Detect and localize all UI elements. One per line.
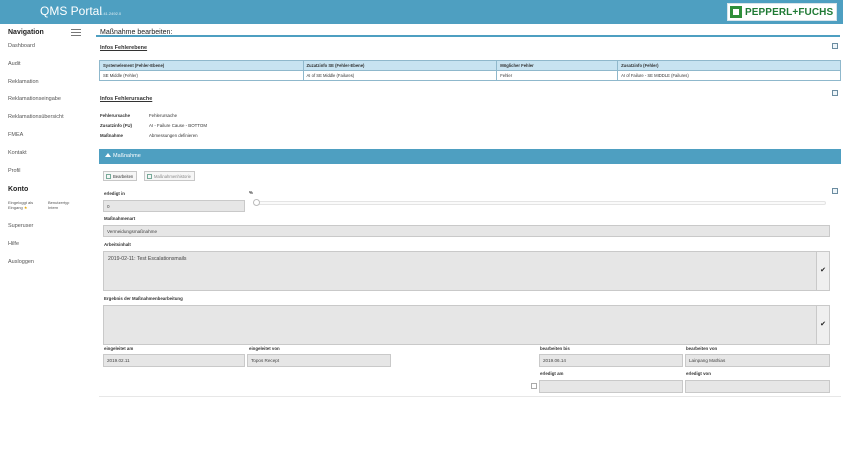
sidebar-item-fmea[interactable]: FMEA <box>8 132 23 138</box>
header-divider <box>96 35 840 37</box>
sidebar-item-profil[interactable]: Profil <box>8 168 21 174</box>
slider-handle[interactable] <box>253 199 260 206</box>
sidebar-item-hilfe[interactable]: Hilfe <box>8 241 19 247</box>
eingeleitet-von-field[interactable]: Topos Recept <box>247 354 391 367</box>
sidebar-item-superuser[interactable]: Superuser <box>8 223 33 229</box>
eingeleitet-am-field[interactable]: 2019.02.11 <box>103 354 245 367</box>
link-infos-fehlerebene[interactable]: Infos Fehlerebene <box>100 45 147 51</box>
eingeleitet-am-label: eingeleitet am <box>104 346 134 351</box>
fehlerursache-value: Fehlerursache <box>149 113 178 118</box>
erledigt-checkbox[interactable] <box>531 383 537 389</box>
bearbeiten-bis-field[interactable]: 2019.06.14 <box>539 354 683 367</box>
eingeleitet-von-label: eingeleitet von <box>249 346 280 351</box>
login-info: Eingeloggt als Eingang ★ <box>8 200 33 210</box>
column-header: Zusatzinfo (Fehler) <box>617 60 841 71</box>
collapse-icon[interactable] <box>105 153 111 157</box>
table-row[interactable]: SE Middle (Fehler) AI of SE Middle (Fail… <box>99 70 841 81</box>
arbeitsinhalt-label: Arbeitsinhalt <box>104 242 131 247</box>
zusatzinfo-fu-label: Zusatzinfo (FU) <box>100 123 132 128</box>
sidebar-item-reklamation[interactable]: Reklamation <box>8 79 39 85</box>
percent-label: % <box>249 190 253 195</box>
confirm-check-icon[interactable]: ✔ <box>816 252 829 290</box>
history-button[interactable]: Maßnahmenhistorie <box>144 171 196 181</box>
table-cell: Fehler <box>496 70 619 81</box>
erledigt-in-field[interactable]: 0 <box>103 200 245 212</box>
massnahmenart-field[interactable]: Vermeidungsmaßnahme <box>103 225 830 237</box>
sidebar-item-ausloggen[interactable]: Ausloggen <box>8 259 34 265</box>
progress-slider[interactable] <box>253 199 826 206</box>
bearbeiten-von-label: bearbeiten von <box>686 346 718 351</box>
fehlerursache-label: Fehlerursache <box>100 113 131 118</box>
erledigt-am-label: erledigt am <box>540 371 564 376</box>
login-value: Eingang <box>8 205 23 210</box>
bearbeiten-von-field[interactable]: Lainpang Mathias <box>685 354 830 367</box>
table-cell: AI of Failure - SE MIDDLE (Failures) <box>617 70 841 81</box>
edit-icon <box>106 174 111 179</box>
massnahme-label: Maßnahme <box>100 133 123 138</box>
logo-icon <box>730 6 742 18</box>
sidebar: Navigation Dashboard Audit Reklamation R… <box>0 24 94 474</box>
konto-heading: Konto <box>8 186 29 193</box>
arbeitsinhalt-textarea[interactable]: 2019-02-11: Test Escalationsmails <box>103 251 830 291</box>
sidebar-item-reklamationseingabe[interactable]: Reklamationseingabe <box>8 96 61 102</box>
logo-text: PEPPERL+FUCHS <box>745 7 834 18</box>
sidebar-item-reklamationsuebersicht[interactable]: Reklamationsübersicht <box>8 114 64 120</box>
erledigt-von-label: erledigt von <box>686 371 711 376</box>
main-content: Maßnahme bearbeiten: Infos Fehlerebene S… <box>94 24 843 474</box>
arbeitsinhalt-text: 2019-02-11: Test Escalationsmails <box>108 256 187 262</box>
usertype-value: Intern <box>48 205 59 210</box>
usertype-info: Benutzertyp Intern <box>48 200 69 210</box>
massnahme-value: Abmessungen definieren <box>149 133 198 138</box>
edit-button-label: Bearbeiten <box>113 174 134 179</box>
edit-button[interactable]: Bearbeiten <box>103 171 138 181</box>
favorite-icon: ★ <box>23 205 28 210</box>
version-label: 1.41.2492.0 <box>100 11 122 16</box>
table-cell: AI of SE Middle (Failures) <box>302 70 498 81</box>
sidebar-item-kontakt[interactable]: Kontakt <box>8 150 27 156</box>
app-title[interactable]: QMS Portal <box>40 4 102 18</box>
column-header: Systemelement (Fehler-Ebene) <box>99 60 304 71</box>
export-icon[interactable] <box>832 90 838 96</box>
form-bottom-divider <box>99 396 841 397</box>
massnahmenart-label: Maßnahmenart <box>104 216 136 221</box>
top-bar: QMS Portal 1.41.2492.0 PEPPERL+FUCHS <box>0 0 843 24</box>
export-icon[interactable] <box>832 43 838 49</box>
bearbeiten-bis-label: bearbeiten bis <box>540 346 570 351</box>
company-logo: PEPPERL+FUCHS <box>727 3 837 21</box>
sidebar-item-dashboard[interactable]: Dashboard <box>8 43 35 49</box>
export-icon[interactable] <box>832 188 838 194</box>
table-header-row: Systemelement (Fehler-Ebene) Zuzatzinfo … <box>99 60 841 71</box>
massnahme-panel-header[interactable]: Maßnahme <box>99 149 841 164</box>
panel-title: Maßnahme <box>113 153 141 159</box>
fehlerebene-table: Systemelement (Fehler-Ebene) Zuzatzinfo … <box>99 60 841 81</box>
column-header: Möglicher Fehler <box>496 60 619 71</box>
link-infos-fehlerursache[interactable]: Infos Fehlerursache <box>100 96 152 102</box>
erledigt-in-label: erledigt in <box>104 191 125 196</box>
history-button-label: Maßnahmenhistorie <box>154 174 192 179</box>
erledigt-von-field[interactable] <box>685 380 830 393</box>
column-header: Zuzatzinfo SE (Fehler-Ebene) <box>302 60 498 71</box>
menu-toggle-icon[interactable] <box>71 29 81 36</box>
sidebar-item-audit[interactable]: Audit <box>8 61 21 67</box>
ergebnis-textarea[interactable] <box>103 305 830 345</box>
confirm-check-icon[interactable]: ✔ <box>816 306 829 344</box>
ergebnis-label: Ergebnis der Maßnahmenbearbeitung <box>104 296 183 301</box>
history-icon <box>147 174 152 179</box>
table-cell: SE Middle (Fehler) <box>99 70 304 81</box>
nav-heading: Navigation <box>8 29 44 36</box>
zusatzinfo-fu-value: AI - Failure Cause - BOTTOM <box>149 123 207 128</box>
erledigt-am-field[interactable] <box>539 380 683 393</box>
